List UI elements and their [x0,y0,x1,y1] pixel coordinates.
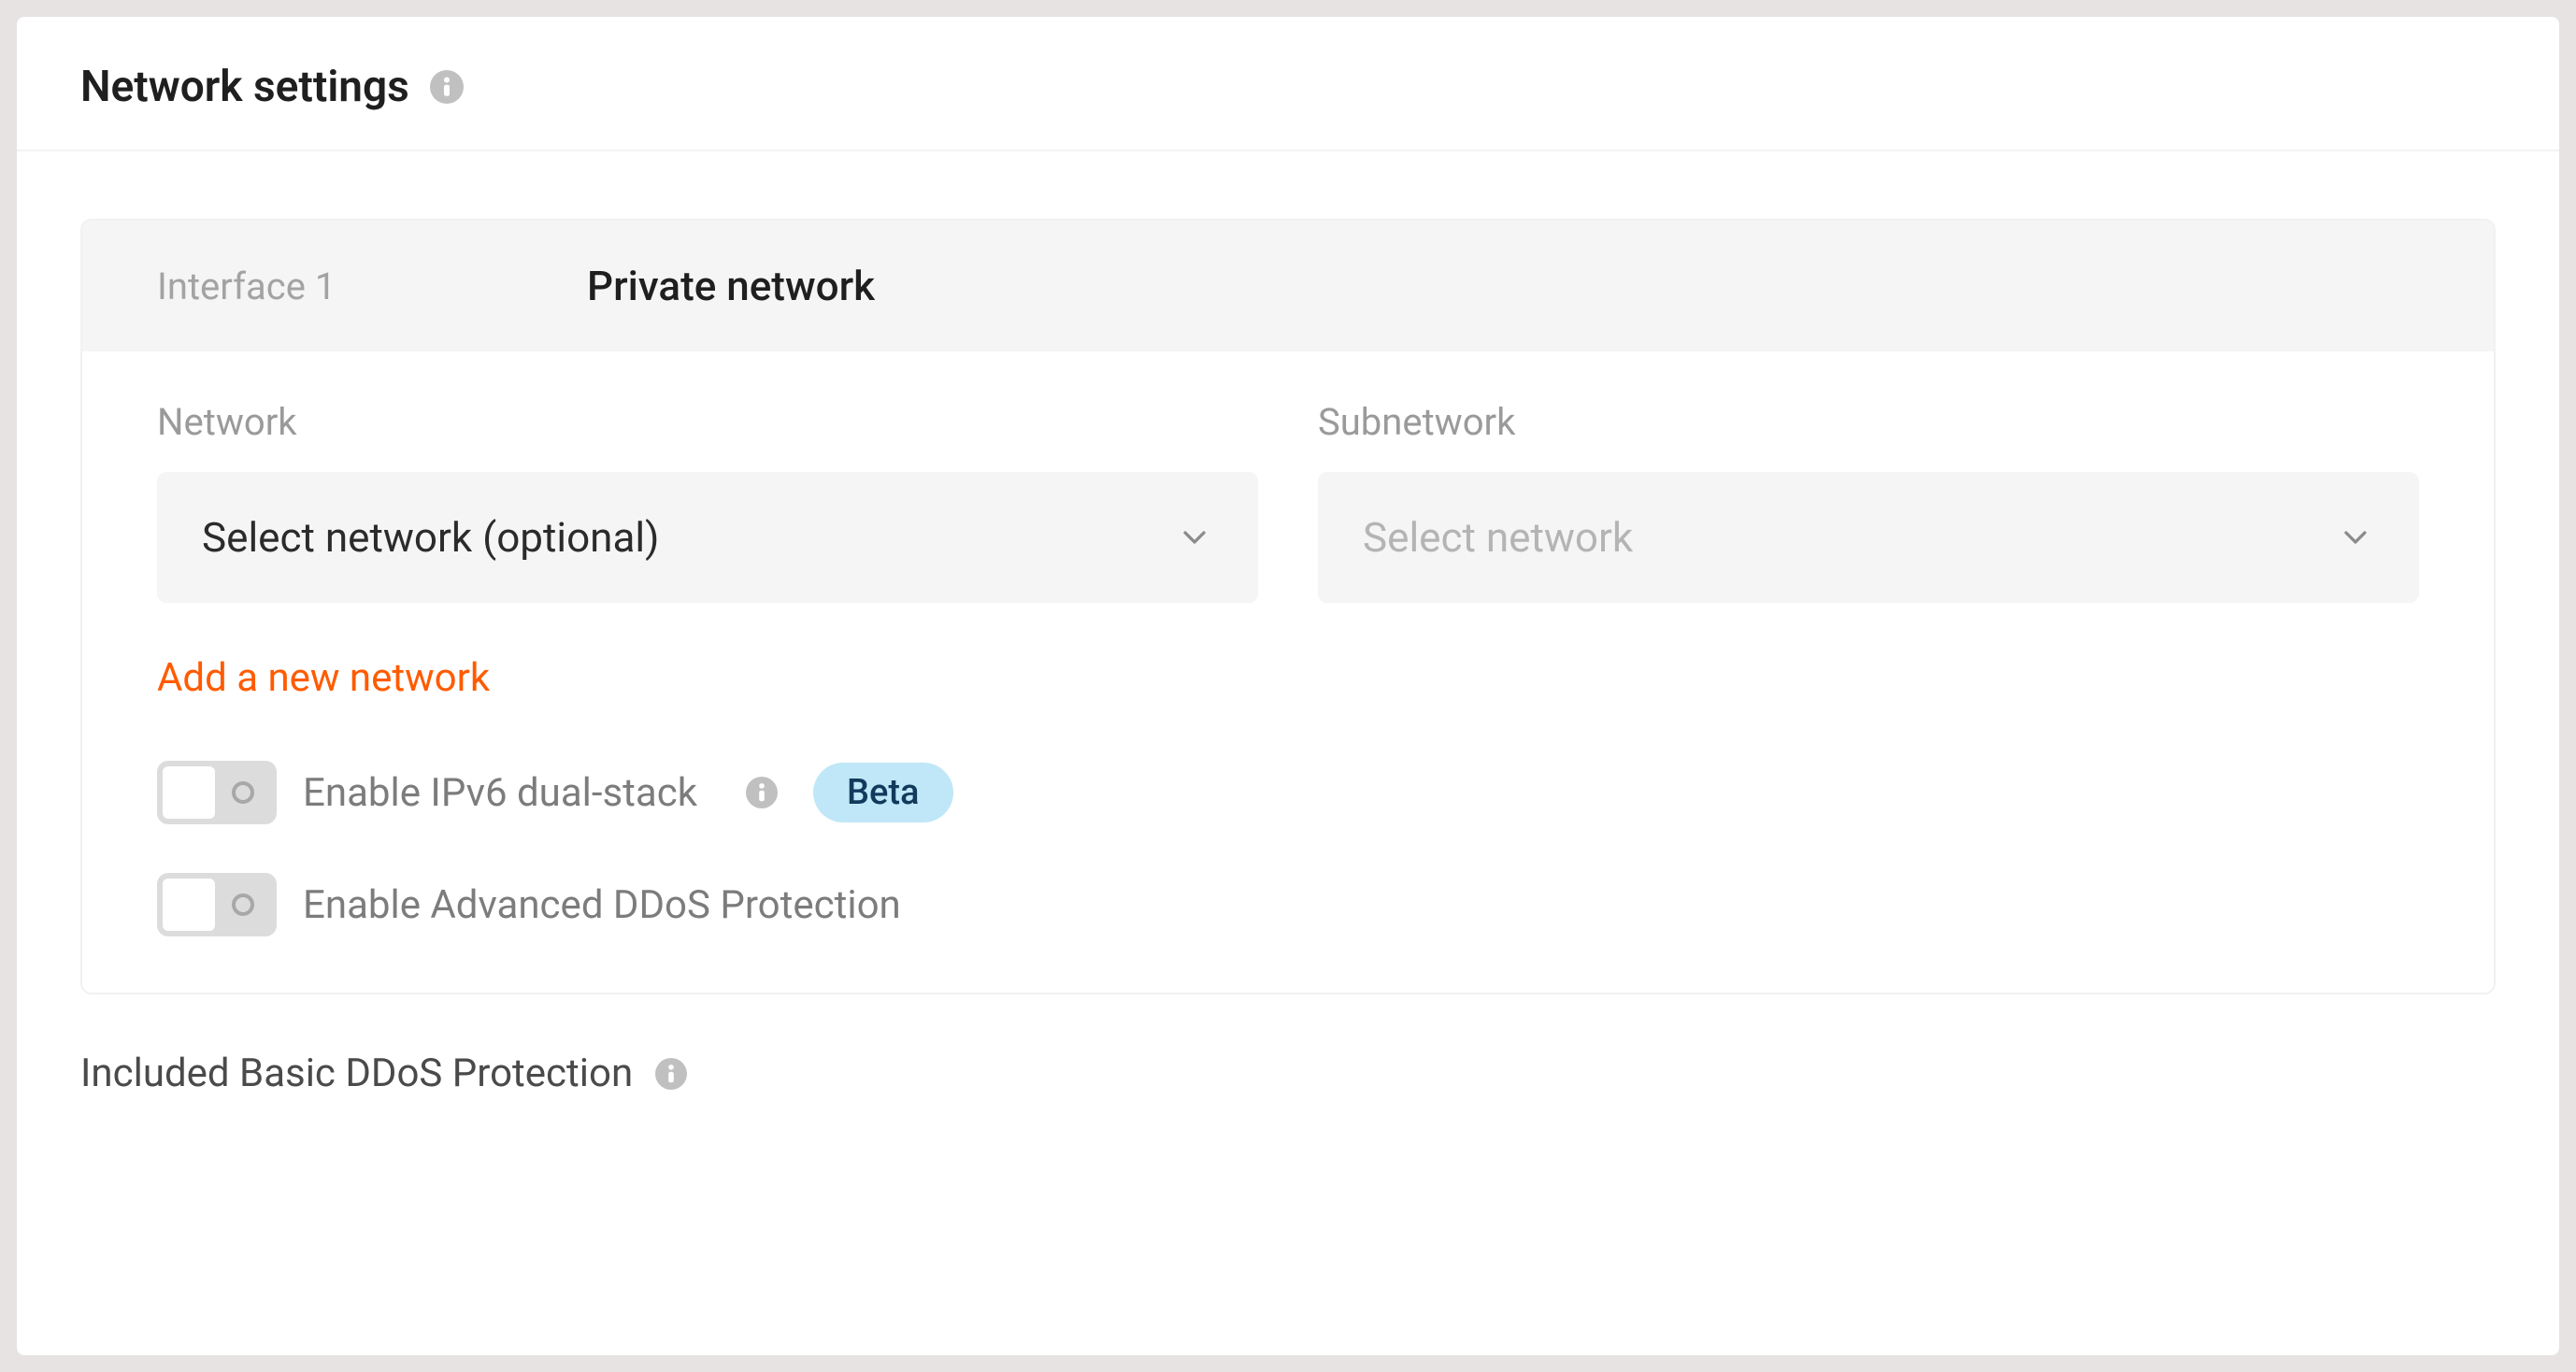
info-icon[interactable] [655,1058,687,1090]
interface-card: Interface 1 Private network Network Sele… [80,219,2496,994]
network-select-value: Select network (optional) [202,513,659,562]
network-select[interactable]: Select network (optional) [157,472,1258,603]
panel-title: Network settings [80,62,409,112]
info-icon[interactable] [746,777,778,808]
ipv6-toggle-label: Enable IPv6 dual-stack [303,770,697,816]
subnetwork-select[interactable]: Select network [1318,472,2419,603]
chevron-down-icon [2337,519,2374,556]
interface-index-label: Interface 1 [157,264,587,308]
subnetwork-select-value: Select network [1363,513,1633,562]
add-network-link[interactable]: Add a new network [157,655,2419,701]
subnetwork-field-label: Subnetwork [1318,400,2419,444]
interface-header: Interface 1 Private network [82,221,2494,351]
footer: Included Basic DDoS Protection [17,994,2559,1096]
network-field-label: Network [157,400,1258,444]
footer-text: Included Basic DDoS Protection [80,1050,633,1096]
ipv6-toggle[interactable] [157,761,277,824]
panel-header: Network settings [17,17,2559,151]
beta-badge: Beta [813,763,952,822]
ddos-toggle-label: Enable Advanced DDoS Protection [303,882,901,928]
chevron-down-icon [1176,519,1213,556]
network-settings-panel: Network settings Interface 1 Private net… [17,17,2559,1355]
interface-type-label: Private network [587,262,875,310]
ddos-toggle[interactable] [157,873,277,936]
info-icon[interactable] [430,70,464,104]
